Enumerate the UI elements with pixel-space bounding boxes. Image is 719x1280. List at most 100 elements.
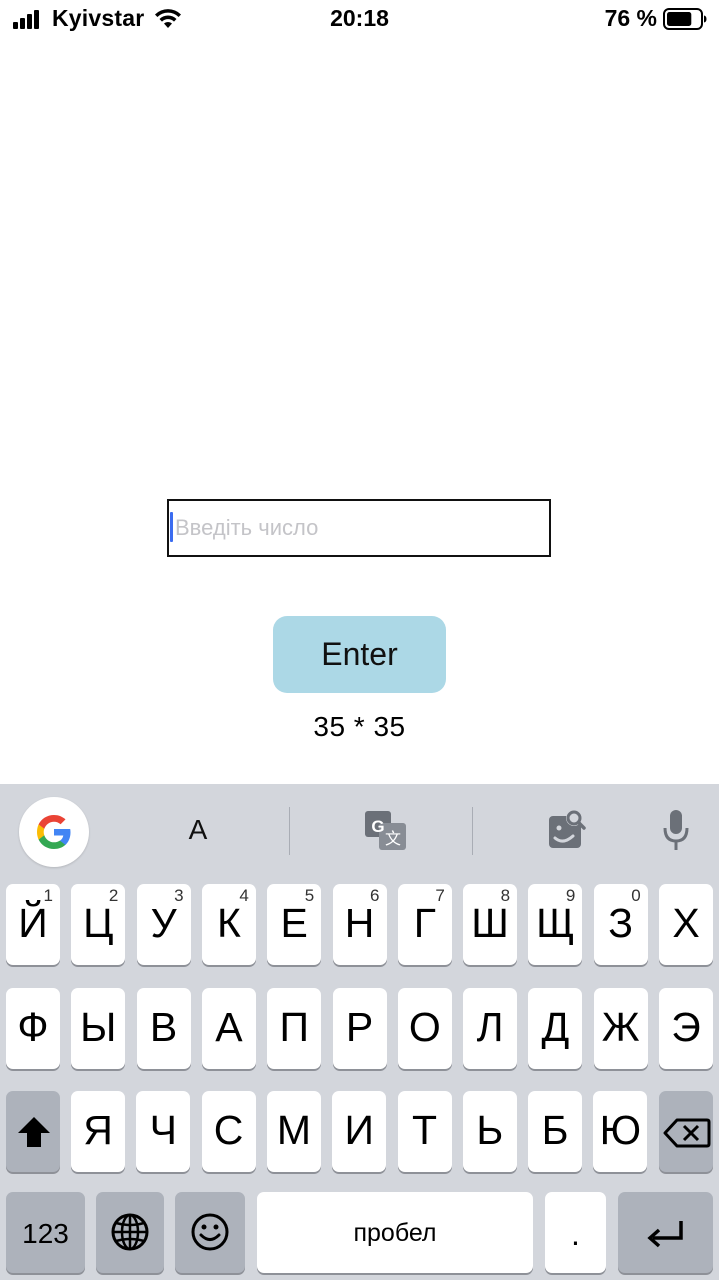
- key[interactable]: У3: [136, 884, 191, 965]
- key-letter: З: [608, 900, 634, 946]
- key-letter: Ф: [17, 1004, 49, 1050]
- key-letter: С: [213, 1107, 244, 1153]
- key-letter: Р: [345, 1004, 374, 1050]
- key[interactable]: Ч: [136, 1091, 191, 1172]
- key-letter: К: [216, 900, 241, 946]
- key[interactable]: Т: [397, 1091, 452, 1172]
- key-letter: Т: [411, 1107, 438, 1153]
- key-number-hint: 2: [108, 886, 119, 905]
- numbers-key-label: 123: [22, 1218, 69, 1249]
- shift-icon: [18, 1117, 50, 1147]
- toolbar-divider: [289, 807, 290, 855]
- backspace-key[interactable]: [659, 1091, 713, 1172]
- key-letter: Ь: [476, 1107, 504, 1153]
- key-letter: И: [344, 1107, 374, 1153]
- key-letter: Ш: [471, 900, 509, 946]
- key[interactable]: Ц2: [71, 884, 126, 965]
- key[interactable]: Д: [528, 988, 583, 1069]
- numbers-key[interactable]: 123: [6, 1192, 85, 1273]
- key-number-hint: 1: [43, 886, 53, 905]
- return-key[interactable]: [618, 1192, 713, 1273]
- battery-icon: [663, 8, 707, 30]
- key-number-hint: 5: [304, 886, 315, 905]
- key[interactable]: В: [136, 988, 191, 1069]
- enter-button[interactable]: Enter: [273, 616, 446, 693]
- key-letter: А: [215, 1004, 243, 1050]
- emoji-key[interactable]: [175, 1192, 245, 1273]
- key[interactable]: Э: [659, 988, 713, 1069]
- key[interactable]: С: [201, 1091, 256, 1172]
- key-letter: Е: [280, 900, 308, 946]
- svg-text:文: 文: [385, 829, 401, 848]
- key[interactable]: А: [201, 988, 256, 1069]
- period-key[interactable]: .: [545, 1192, 606, 1273]
- key-letter: Ю: [599, 1107, 642, 1153]
- key[interactable]: Л: [463, 988, 518, 1069]
- key-letter: У: [150, 900, 177, 946]
- key[interactable]: М: [266, 1091, 321, 1172]
- key[interactable]: Г7: [397, 884, 452, 965]
- key[interactable]: Ж: [593, 988, 648, 1069]
- key-letter: В: [149, 1004, 178, 1050]
- key-letter: Й: [18, 900, 48, 946]
- key[interactable]: Ф: [6, 988, 60, 1069]
- key-number-hint: 4: [239, 886, 249, 905]
- key[interactable]: З0: [593, 884, 648, 965]
- key-letter: М: [276, 1107, 311, 1153]
- backspace-icon: [663, 1118, 711, 1148]
- key[interactable]: О: [397, 988, 452, 1069]
- key[interactable]: Р: [332, 988, 387, 1069]
- key[interactable]: Щ9: [528, 884, 583, 965]
- key-number-hint: 3: [174, 886, 184, 905]
- key-letter: Г: [413, 900, 436, 946]
- globe-icon: [111, 1213, 149, 1251]
- key-letter: Б: [541, 1107, 569, 1153]
- globe-key[interactable]: [96, 1192, 164, 1273]
- key-number-hint: 7: [435, 886, 445, 905]
- key-letter: Ж: [601, 1004, 640, 1050]
- key[interactable]: К4: [201, 884, 256, 965]
- keyboard: A G 文 Й1Ц2У3К4Е5Н6Г7Ш8Щ9З0Х ФЫВ А П Р О …: [0, 784, 719, 1280]
- key[interactable]: Н6: [332, 884, 387, 965]
- key[interactable]: Ы: [71, 988, 126, 1069]
- keyboard-toolbar: A G 文: [0, 784, 719, 880]
- space-key-label: пробел: [353, 1219, 437, 1247]
- key-letter: Я: [83, 1107, 113, 1153]
- image-search-icon[interactable]: [549, 810, 586, 848]
- result-text: 35 * 35: [313, 711, 406, 742]
- text-cursor: [170, 512, 173, 542]
- key[interactable]: Ь: [462, 1091, 517, 1172]
- key-letter: Ц: [83, 900, 114, 946]
- key-letter: Ч: [149, 1107, 177, 1153]
- key[interactable]: Е5: [267, 884, 322, 965]
- number-input[interactable]: [167, 499, 551, 557]
- text-suggestion-button[interactable]: A: [170, 814, 226, 846]
- key-letter: Л: [476, 1004, 504, 1050]
- key-letter: О: [408, 1004, 441, 1050]
- toolbar-divider: [472, 807, 473, 855]
- key[interactable]: Й1: [6, 884, 60, 965]
- key[interactable]: Б: [528, 1091, 583, 1172]
- key-number-hint: 0: [631, 886, 641, 905]
- google-logo-icon[interactable]: [19, 797, 89, 867]
- key[interactable]: Я: [71, 1091, 125, 1172]
- key-number-hint: 8: [500, 886, 511, 905]
- return-icon: [647, 1221, 683, 1248]
- key-letter: Н: [344, 900, 375, 946]
- key-number-hint: 6: [370, 886, 380, 905]
- key[interactable]: П: [267, 988, 322, 1069]
- key[interactable]: Х: [659, 884, 713, 965]
- space-key[interactable]: пробел: [257, 1192, 533, 1273]
- key[interactable]: Ю: [593, 1091, 648, 1172]
- shift-key[interactable]: [6, 1091, 60, 1172]
- translate-icon[interactable]: G 文: [363, 808, 409, 854]
- key-letter: П: [279, 1004, 309, 1050]
- key[interactable]: Ш8: [463, 884, 518, 965]
- key-letter: Э: [671, 1004, 701, 1050]
- status-bar: Kyivstar 20:18 76 %: [0, 0, 719, 40]
- key-letter: Х: [672, 900, 700, 946]
- key-letter: Д: [541, 1004, 570, 1050]
- key[interactable]: И: [332, 1091, 387, 1172]
- emoji-icon: [191, 1213, 229, 1251]
- microphone-icon[interactable]: [661, 808, 691, 854]
